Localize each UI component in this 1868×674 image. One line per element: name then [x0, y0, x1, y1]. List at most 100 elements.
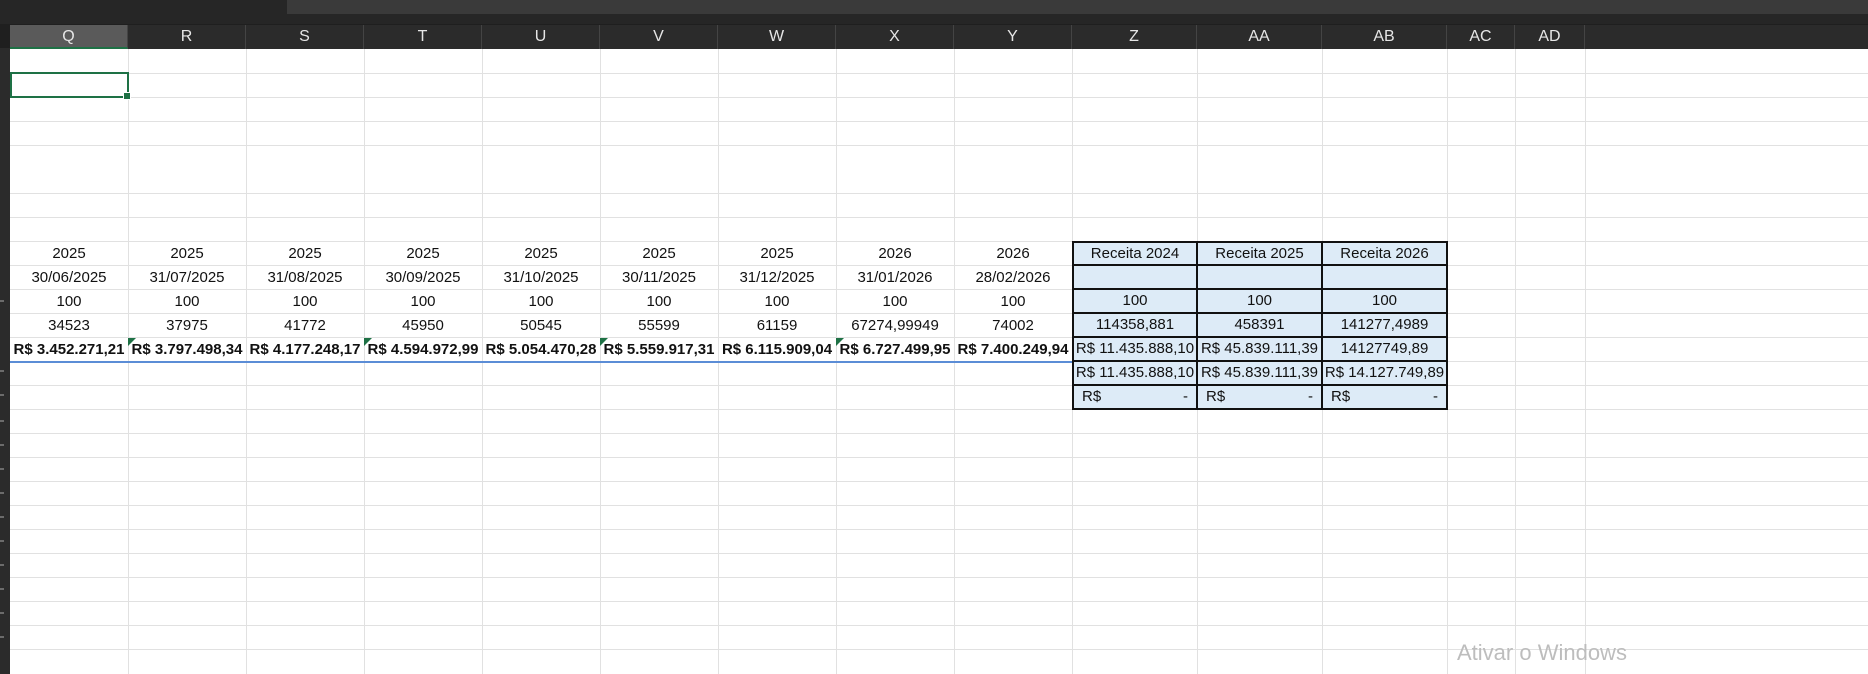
cell-quantity[interactable]: 34523: [10, 314, 128, 338]
summary-quantity[interactable]: 458391: [1196, 312, 1323, 338]
cell-quantity[interactable]: 67274,99949: [836, 314, 954, 338]
cell-revenue[interactable]: R$ 6.727.499,95: [836, 338, 954, 362]
cell-hundred[interactable]: 100: [600, 290, 718, 314]
cell-year[interactable]: 2026: [836, 242, 954, 266]
active-cell-selection[interactable]: [10, 72, 131, 100]
cell-year[interactable]: 2026: [954, 242, 1072, 266]
cell-date[interactable]: 31/12/2025: [718, 266, 836, 290]
cell-year[interactable]: 2025: [482, 242, 600, 266]
fill-handle[interactable]: [123, 92, 131, 100]
summary-header-2026[interactable]: Receita 2026: [1321, 241, 1448, 266]
cell-year[interactable]: 2025: [246, 242, 364, 266]
cell-hundred[interactable]: 100: [128, 290, 246, 314]
cell-revenue[interactable]: R$ 6.115.909,04: [718, 338, 836, 362]
column-header-x[interactable]: X: [836, 25, 954, 49]
summary-hundred[interactable]: 100: [1321, 288, 1448, 314]
row-mark: [0, 492, 4, 494]
row-mark: [0, 516, 4, 518]
cell-hundred[interactable]: 100: [718, 290, 836, 314]
horizontal-scrollbar[interactable]: [287, 0, 1868, 14]
dash-value: -: [1183, 388, 1188, 405]
column-header-ab[interactable]: AB: [1322, 25, 1447, 49]
cell-year[interactable]: 2025: [128, 242, 246, 266]
column-header-s[interactable]: S: [246, 25, 364, 49]
cell-revenue[interactable]: R$ 5.559.917,31: [600, 338, 718, 362]
cell-hundred[interactable]: 100: [482, 290, 600, 314]
column-header-z[interactable]: Z: [1072, 25, 1197, 49]
cell-quantity[interactable]: 37975: [128, 314, 246, 338]
error-indicator-icon[interactable]: [128, 338, 136, 346]
cell-revenue[interactable]: R$ 4.594.972,99: [364, 338, 482, 362]
column-header-t[interactable]: T: [364, 25, 482, 49]
column-header-q[interactable]: Q: [10, 25, 128, 49]
cell-quantity[interactable]: 74002: [954, 314, 1072, 338]
summary-empty-cell[interactable]: [1196, 264, 1323, 290]
summary-dash-cell[interactable]: R$ -: [1072, 384, 1198, 410]
summary-revenue-raw[interactable]: R$ 45.839.111,39: [1196, 336, 1323, 362]
summary-empty-cell[interactable]: [1072, 264, 1198, 290]
cell-revenue[interactable]: R$ 4.177.248,17: [246, 338, 364, 362]
summary-dash-cell[interactable]: R$ -: [1196, 384, 1323, 410]
summary-empty-cell[interactable]: [1321, 264, 1448, 290]
summary-header-2024[interactable]: Receita 2024: [1072, 241, 1198, 266]
cell-date[interactable]: 31/08/2025: [246, 266, 364, 290]
cell-date[interactable]: 30/06/2025: [10, 266, 128, 290]
cell-hundred[interactable]: 100: [954, 290, 1072, 314]
summary-revenue[interactable]: R$ 14.127.749,89: [1321, 360, 1448, 386]
cell-hundred[interactable]: 100: [246, 290, 364, 314]
column-header-aa[interactable]: AA: [1197, 25, 1322, 49]
error-indicator-icon[interactable]: [600, 338, 608, 346]
column-header-ad[interactable]: AD: [1515, 25, 1585, 49]
cell-year[interactable]: 2025: [364, 242, 482, 266]
activation-watermark: Ativar o Windows: [1457, 640, 1627, 665]
cell-revenue[interactable]: R$ 3.797.498,34: [128, 338, 246, 362]
column-header-y[interactable]: Y: [954, 25, 1072, 49]
cell-date[interactable]: 31/01/2026: [836, 266, 954, 290]
cell-year[interactable]: 2025: [718, 242, 836, 266]
spreadsheet-grid[interactable]: 2025 2025 2025 2025 2025 2025 2025 2026 …: [10, 49, 1868, 674]
row-mark: [0, 370, 4, 372]
cell-hundred[interactable]: 100: [10, 290, 128, 314]
summary-revenue-raw[interactable]: 14127749,89: [1321, 336, 1448, 362]
summary-dash-cell[interactable]: R$ -: [1321, 384, 1448, 410]
cell-date[interactable]: 28/02/2026: [954, 266, 1072, 290]
cell-quantity[interactable]: 50545: [482, 314, 600, 338]
currency-prefix: R$: [1331, 388, 1351, 405]
cell-quantity[interactable]: 45950: [364, 314, 482, 338]
error-indicator-icon[interactable]: [836, 338, 844, 346]
summary-hundred[interactable]: 100: [1196, 288, 1323, 314]
row-mark: [0, 636, 4, 638]
cell-hundred[interactable]: 100: [364, 290, 482, 314]
cell-year[interactable]: 2025: [600, 242, 718, 266]
cell-date[interactable]: 31/10/2025: [482, 266, 600, 290]
column-header-r[interactable]: R: [128, 25, 246, 49]
dash-value: -: [1308, 388, 1313, 405]
cell-date[interactable]: 30/09/2025: [364, 266, 482, 290]
summary-quantity[interactable]: 141277,4989: [1321, 312, 1448, 338]
row-mark: [0, 394, 4, 396]
cell-revenue[interactable]: R$ 3.452.271,21: [10, 338, 128, 362]
summary-hundred[interactable]: 100: [1072, 288, 1198, 314]
cell-quantity[interactable]: 55599: [600, 314, 718, 338]
cell-quantity[interactable]: 61159: [718, 314, 836, 338]
formula-area-top: [0, 0, 1868, 24]
row-mark: [0, 420, 4, 422]
summary-revenue[interactable]: R$ 45.839.111,39: [1196, 360, 1323, 386]
row-mark: [0, 588, 4, 590]
cell-hundred[interactable]: 100: [836, 290, 954, 314]
cell-quantity[interactable]: 41772: [246, 314, 364, 338]
cell-revenue[interactable]: R$ 5.054.470,28: [482, 338, 600, 362]
cell-date[interactable]: 31/07/2025: [128, 266, 246, 290]
summary-quantity[interactable]: 114358,881: [1072, 312, 1198, 338]
error-indicator-icon[interactable]: [364, 338, 372, 346]
summary-revenue-raw[interactable]: R$ 11.435.888,10: [1072, 336, 1198, 362]
column-header-ac[interactable]: AC: [1447, 25, 1515, 49]
column-header-v[interactable]: V: [600, 25, 718, 49]
column-header-w[interactable]: W: [718, 25, 836, 49]
summary-revenue[interactable]: R$ 11.435.888,10: [1072, 360, 1198, 386]
cell-revenue[interactable]: R$ 7.400.249,94: [954, 338, 1072, 362]
summary-header-2025[interactable]: Receita 2025: [1196, 241, 1323, 266]
cell-date[interactable]: 30/11/2025: [600, 266, 718, 290]
column-header-u[interactable]: U: [482, 25, 600, 49]
cell-year[interactable]: 2025: [10, 242, 128, 266]
